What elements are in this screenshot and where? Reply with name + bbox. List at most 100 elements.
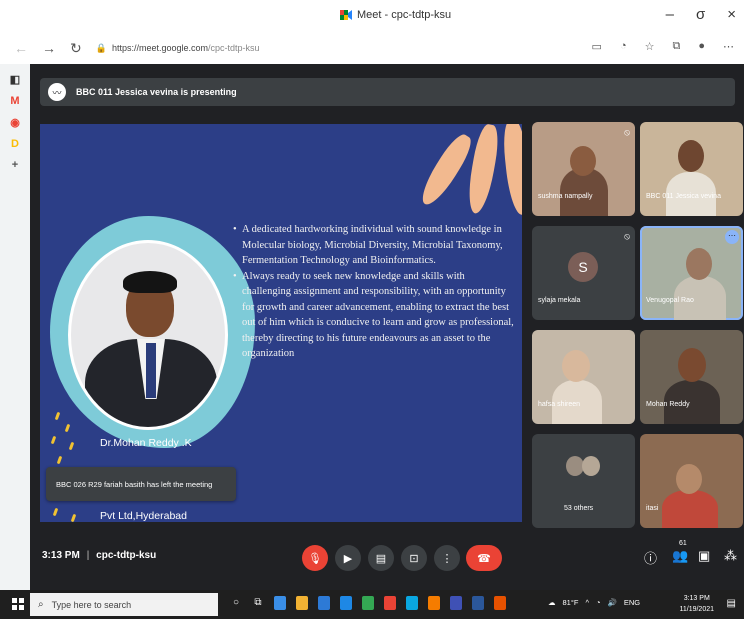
gmail-icon[interactable]: M — [0, 95, 30, 107]
browser-tab[interactable]: Meet - cpc-tdtp-ksu — [340, 9, 451, 21]
reload-icon[interactable]: ↻ — [70, 40, 82, 57]
present-button[interactable]: ⊡ — [401, 545, 427, 571]
participant-avatar: S — [568, 252, 598, 282]
chat-icon[interactable]: ▣ — [698, 548, 710, 564]
favorite-star-icon[interactable]: ☆ — [645, 40, 655, 53]
participant-tile[interactable]: itasi — [640, 434, 743, 528]
slide-bullet: Always ready to seek new knowledge and s… — [233, 269, 515, 362]
muted-mic-icon: ⦸ — [624, 127, 630, 137]
participant-name: Venugopal Rao — [646, 297, 694, 304]
app-icon[interactable] — [362, 596, 374, 610]
task-view-icon[interactable]: ⧉ — [252, 596, 264, 610]
search-icon: ⌕ — [38, 599, 44, 610]
language-indicator[interactable]: ENG — [624, 598, 640, 607]
slide-bullet: A dedicated hardworking individual with … — [233, 222, 515, 269]
forward-arrow-icon[interactable]: → — [42, 40, 56, 56]
meet-sidebar-icon[interactable]: ◉ — [0, 116, 30, 129]
participant-name: 53 others — [564, 505, 594, 512]
participant-tile[interactable]: 53 others — [532, 434, 635, 528]
cortana-icon[interactable]: ○ — [230, 596, 242, 610]
presenting-text: BBC 011 Jessica vevina is presenting — [76, 87, 237, 97]
leave-call-button[interactable]: ☎ — [466, 545, 502, 571]
windows-start-icon[interactable] — [12, 598, 24, 610]
sidebar-tabs-icon[interactable]: ◧ — [0, 73, 30, 86]
mail-icon[interactable] — [340, 596, 352, 610]
store-icon[interactable] — [318, 596, 330, 610]
hang-up-icon: ☎ — [477, 552, 491, 565]
meeting-code: cpc-tdtp-ksu — [96, 550, 157, 561]
close-window-button[interactable]: × — [727, 6, 736, 23]
meet-window: 〰 BBC 011 Jessica vevina is presenting A… — [30, 64, 744, 590]
edge-icon[interactable] — [406, 596, 418, 610]
address-bar: ← → ↻ 🔒 https://meet.google.com/cpc-tdtp… — [0, 32, 744, 64]
participant-tile[interactable]: ⋯ Venugopal Rao — [640, 226, 743, 320]
powerpoint-icon[interactable] — [494, 596, 506, 610]
microphone-muted-button[interactable]: 🎙 — [302, 545, 328, 571]
participant-name: BBC 011 Jessica vevina — [646, 193, 721, 200]
weather-temp[interactable]: 81°F — [563, 598, 579, 607]
network-icon[interactable]: ◔ — [596, 598, 601, 607]
more-menu-icon[interactable]: ⋯ — [723, 40, 734, 53]
participant-name: Mohan Reddy — [646, 401, 690, 408]
url-field[interactable]: 🔒 https://meet.google.com/cpc-tdtp-ksu — [96, 43, 260, 54]
drive-icon[interactable]: D — [0, 138, 30, 150]
participant-name: sylaja mekala — [538, 297, 581, 304]
camera-button[interactable]: ▶ — [335, 545, 361, 571]
back-arrow-icon[interactable]: ← — [14, 40, 28, 56]
participant-name: hafsa shireen — [538, 401, 581, 408]
taskbar-search[interactable]: ⌕ Type here to search — [30, 593, 218, 616]
file-explorer-icon[interactable] — [296, 596, 308, 610]
participant-tile[interactable]: BBC 011 Jessica vevina — [640, 122, 743, 216]
more-vert-icon: ⋮ — [441, 552, 453, 565]
cast-icon[interactable]: ▭ — [592, 40, 602, 53]
tray-expand-icon[interactable]: ^ — [585, 598, 589, 607]
weather-icon: ☁ — [548, 598, 556, 607]
vlc-icon[interactable] — [428, 596, 440, 610]
presenting-banner: 〰 BBC 011 Jessica vevina is presenting — [40, 78, 735, 106]
presenter-avatar-icon: 〰 — [48, 83, 66, 101]
participant-tile[interactable]: hafsa shireen — [532, 330, 635, 424]
windows-taskbar: ⌕ Type here to search ○ ⧉ ☁ 81°F ^ ◔ 🔊 E… — [0, 590, 744, 619]
word-icon[interactable] — [472, 596, 484, 610]
app-icon[interactable] — [274, 596, 286, 610]
slide-decoration — [501, 124, 522, 216]
mic-off-icon: 🎙 — [308, 552, 322, 565]
notification-icon[interactable]: ▤ — [727, 598, 736, 609]
meet-logo-icon — [340, 10, 352, 20]
speaker-photo — [68, 240, 228, 430]
more-options-button[interactable]: ⋮ — [434, 545, 460, 571]
lock-icon: 🔒 — [95, 42, 107, 53]
captions-button[interactable]: ▤ — [368, 545, 394, 571]
slide-company: Pvt Ltd,Hyderabad — [100, 510, 187, 522]
clock-time: 3:13 PM — [683, 595, 710, 602]
people-icon[interactable]: 👥 — [672, 548, 688, 564]
participant-tile[interactable]: Mohan Reddy — [640, 330, 743, 424]
volume-icon[interactable]: 🔊 — [608, 598, 617, 607]
meeting-info-icon[interactable]: ⓘ — [644, 548, 657, 567]
meeting-controls-bar: 3:13 PM | cpc-tdtp-ksu 🎙 ▶ ▤ ⊡ ⋮ ☎ ⓘ 61 … — [30, 532, 744, 590]
profile-avatar-icon[interactable]: ● — [698, 40, 705, 53]
meeting-details: 3:13 PM | cpc-tdtp-ksu — [42, 550, 157, 561]
participant-name: itasi — [646, 505, 659, 512]
read-aloud-icon[interactable]: ◔ — [620, 40, 627, 53]
participant-tile[interactable]: ⦸ S sylaja mekala — [532, 226, 635, 320]
taskbar-clock[interactable]: 3:13 PM 11/19/2021 — [679, 593, 714, 615]
chrome-icon[interactable] — [384, 596, 396, 610]
camera-icon: ▶ — [343, 552, 353, 565]
minimize-button[interactable]: – — [666, 6, 674, 23]
maximize-button[interactable]: σ — [696, 6, 705, 23]
participant-tile[interactable]: ⦸ sushma nampally — [532, 122, 635, 216]
tab-title-text: Meet - cpc-tdtp-ksu — [357, 9, 452, 21]
url-domain: https://meet.google.com — [111, 43, 209, 53]
clock-date: 11/19/2021 — [679, 606, 714, 613]
slide-bullets: A dedicated hardworking individual with … — [233, 222, 515, 362]
activities-icon[interactable]: ⁂ — [724, 548, 737, 564]
more-options-icon[interactable]: ⋯ — [725, 230, 739, 244]
slide-speaker-name: Dr.Mohan Reddy .K — [100, 437, 192, 449]
add-sidebar-icon[interactable]: + — [0, 159, 30, 171]
taskbar-search-placeholder: Type here to search — [51, 599, 132, 610]
muted-mic-icon: ⦸ — [624, 231, 630, 241]
browser-side-panel: ◧ M ◉ D + — [0, 64, 30, 590]
collections-icon[interactable]: ⧉ — [672, 40, 680, 53]
app-icon[interactable] — [450, 596, 462, 610]
